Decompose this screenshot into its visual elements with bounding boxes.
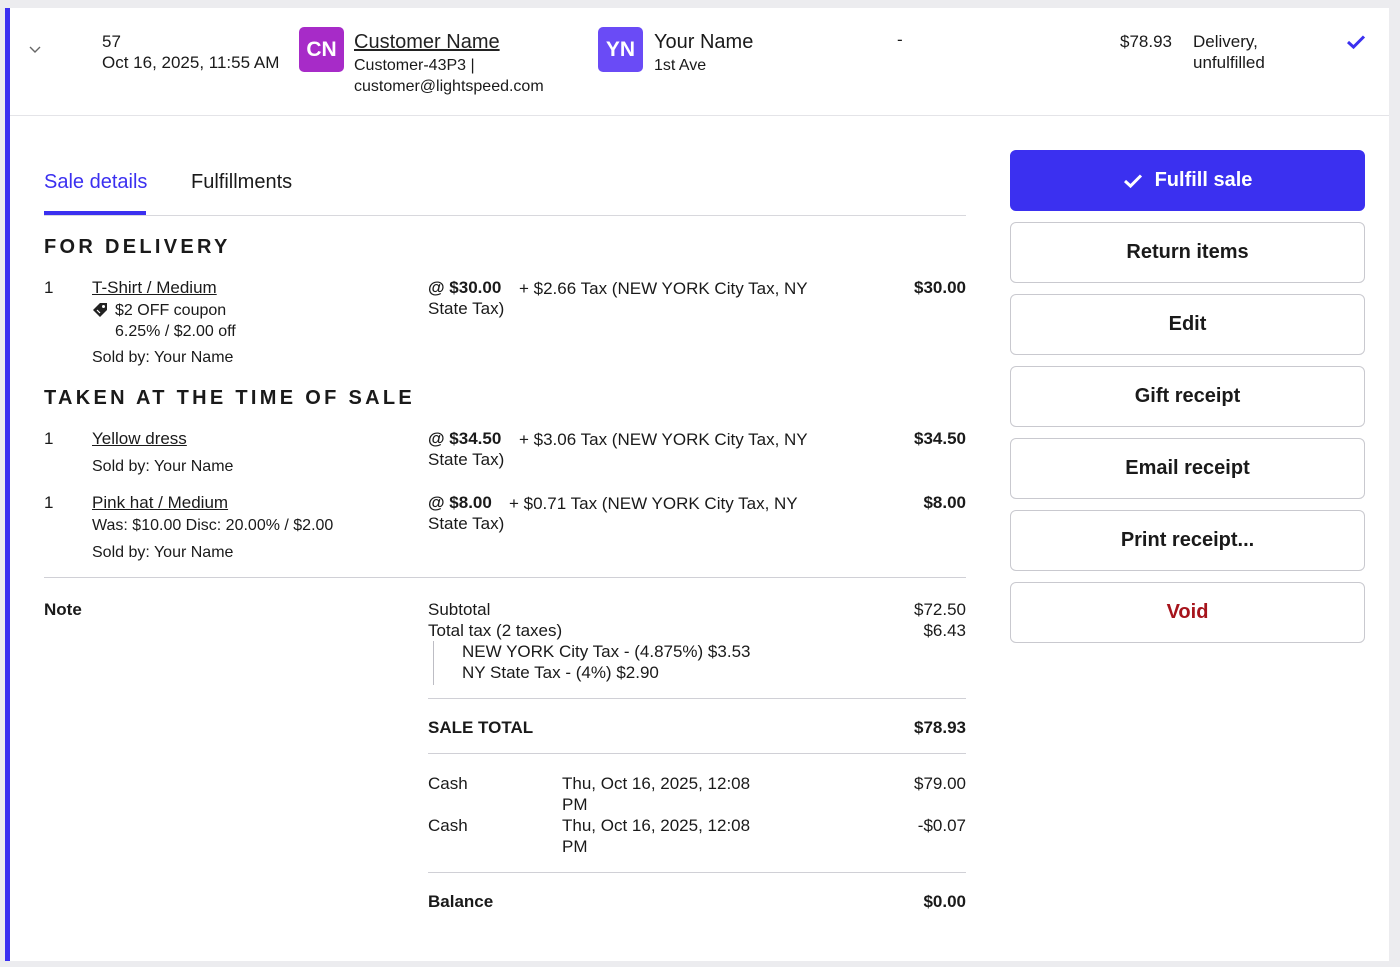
employee-name: Your Name bbox=[654, 31, 754, 53]
item-tax-line-cont: State Tax) bbox=[428, 514, 505, 533]
total-tax-value: $6.43 bbox=[923, 621, 966, 640]
item-qty: 1 bbox=[44, 493, 54, 512]
return-items-button[interactable]: Return items bbox=[1010, 222, 1365, 283]
fulfillment-status: Delivery, unfulfilled bbox=[1193, 31, 1313, 73]
summary-divider bbox=[428, 698, 966, 699]
employee-location: 1st Ave bbox=[654, 57, 707, 74]
note-label: Note bbox=[44, 600, 82, 619]
item-unit-price: @ $34.50 bbox=[428, 429, 502, 448]
edit-button[interactable]: Edit bbox=[1010, 294, 1365, 355]
sale-row-header[interactable]: 57 Oct 16, 2025, 11:55 AM CN Customer Na… bbox=[10, 8, 1389, 116]
item-qty: 1 bbox=[44, 278, 54, 297]
item-sold-by: Sold by: Your Name bbox=[92, 349, 234, 366]
tax-breakdown-bar bbox=[433, 641, 434, 685]
coupon-label: $2 OFF coupon bbox=[115, 302, 227, 319]
fulfill-sale-button[interactable]: Fulfill sale bbox=[1010, 150, 1365, 211]
payment-amount: $79.00 bbox=[914, 774, 966, 793]
gift-receipt-button[interactable]: Gift receipt bbox=[1010, 366, 1365, 427]
item-tax-line: + $0.71 Tax (NEW YORK City Tax, NY bbox=[509, 494, 798, 513]
payment-amount: -$0.07 bbox=[917, 816, 966, 835]
tab-sale-details[interactable]: Sale details bbox=[44, 169, 147, 195]
print-receipt-button[interactable]: Print receipt... bbox=[1010, 510, 1365, 571]
section-title-taken: TAKEN AT THE TIME OF SALE bbox=[44, 387, 416, 409]
email-receipt-button[interactable]: Email receipt bbox=[1010, 438, 1365, 499]
payment-date-line: Thu, Oct 16, 2025, 12:08 bbox=[562, 816, 751, 835]
item-name-link[interactable]: T-Shirt / Medium bbox=[92, 278, 217, 298]
payment-date-line: Thu, Oct 16, 2025, 12:08 bbox=[562, 774, 751, 793]
status-line-2: unfulfilled bbox=[1193, 53, 1265, 72]
item-sold-by: Sold by: Your Name bbox=[92, 458, 234, 475]
tax-breakdown-state: NY State Tax - (4%) $2.90 bbox=[462, 663, 659, 682]
item-amount: $34.50 bbox=[914, 429, 966, 448]
status-line-1: Delivery, bbox=[1193, 32, 1258, 51]
customer-name-link[interactable]: Customer Name bbox=[354, 30, 500, 54]
check-icon bbox=[1346, 35, 1366, 50]
balance-label: Balance bbox=[428, 892, 494, 911]
item-tax-line-cont: State Tax) bbox=[428, 450, 505, 469]
item-qty: 1 bbox=[44, 429, 54, 448]
customer-details: Customer-43P3 | customer@lightspeed.com bbox=[354, 55, 584, 97]
item-amount: $8.00 bbox=[923, 493, 966, 512]
payment-method: Cash bbox=[428, 774, 468, 793]
customer-email: customer@lightspeed.com bbox=[354, 78, 544, 95]
item-amount: $30.00 bbox=[914, 278, 966, 297]
coupon-tag-icon bbox=[93, 303, 107, 317]
customer-avatar: CN bbox=[299, 27, 344, 72]
summary-divider bbox=[428, 753, 966, 754]
subtotal-label: Subtotal bbox=[428, 600, 491, 619]
sale-total-value: $78.93 bbox=[914, 718, 966, 737]
sale-note-value: - bbox=[897, 30, 903, 49]
sale-total-label: SALE TOTAL bbox=[428, 718, 534, 737]
payment-date-line: PM bbox=[562, 795, 588, 814]
item-name-link[interactable]: Pink hat / Medium bbox=[92, 493, 228, 513]
summary-divider bbox=[428, 872, 966, 873]
payment-date-line: PM bbox=[562, 837, 588, 856]
chevron-down-icon[interactable] bbox=[28, 44, 42, 54]
check-icon bbox=[1123, 173, 1142, 188]
sale-number: 57 bbox=[102, 32, 121, 51]
coupon-detail: 6.25% / $2.00 off bbox=[115, 323, 236, 340]
sale-date: Oct 16, 2025, 11:55 AM bbox=[102, 53, 280, 72]
balance-value: $0.00 bbox=[923, 892, 966, 911]
item-sold-by: Sold by: Your Name bbox=[92, 544, 234, 561]
item-unit-price: @ $8.00 bbox=[428, 493, 492, 512]
sale-card: 57 Oct 16, 2025, 11:55 AM CN Customer Na… bbox=[5, 8, 1389, 961]
customer-code: Customer-43P3 | bbox=[354, 57, 475, 74]
section-title-delivery: FOR DELIVERY bbox=[44, 236, 231, 258]
void-button[interactable]: Void bbox=[1010, 582, 1365, 643]
employee-avatar: YN bbox=[598, 27, 643, 72]
header-total: $78.93 bbox=[1120, 32, 1172, 51]
item-tax-line-cont: State Tax) bbox=[428, 299, 505, 318]
subtotal-value: $72.50 bbox=[914, 600, 966, 619]
item-tax-line: + $3.06 Tax (NEW YORK City Tax, NY bbox=[519, 430, 808, 449]
tabs-divider bbox=[44, 215, 966, 216]
item-unit-price: @ $30.00 bbox=[428, 278, 502, 297]
tab-fulfillments[interactable]: Fulfillments bbox=[191, 169, 292, 195]
item-discount: Was: $10.00 Disc: 20.00% / $2.00 bbox=[92, 517, 334, 534]
item-tax-line: + $2.66 Tax (NEW YORK City Tax, NY bbox=[519, 279, 808, 298]
items-divider bbox=[44, 577, 966, 578]
payment-date: Thu, Oct 16, 2025, 12:08 PM bbox=[562, 815, 750, 857]
tax-breakdown-city: NEW YORK City Tax - (4.875%) $3.53 bbox=[462, 642, 751, 661]
payment-method: Cash bbox=[428, 816, 468, 835]
payment-date: Thu, Oct 16, 2025, 12:08 PM bbox=[562, 773, 750, 815]
total-tax-label: Total tax (2 taxes) bbox=[428, 621, 563, 640]
item-name-link[interactable]: Yellow dress bbox=[92, 429, 187, 449]
fulfill-sale-label: Fulfill sale bbox=[1154, 169, 1253, 191]
